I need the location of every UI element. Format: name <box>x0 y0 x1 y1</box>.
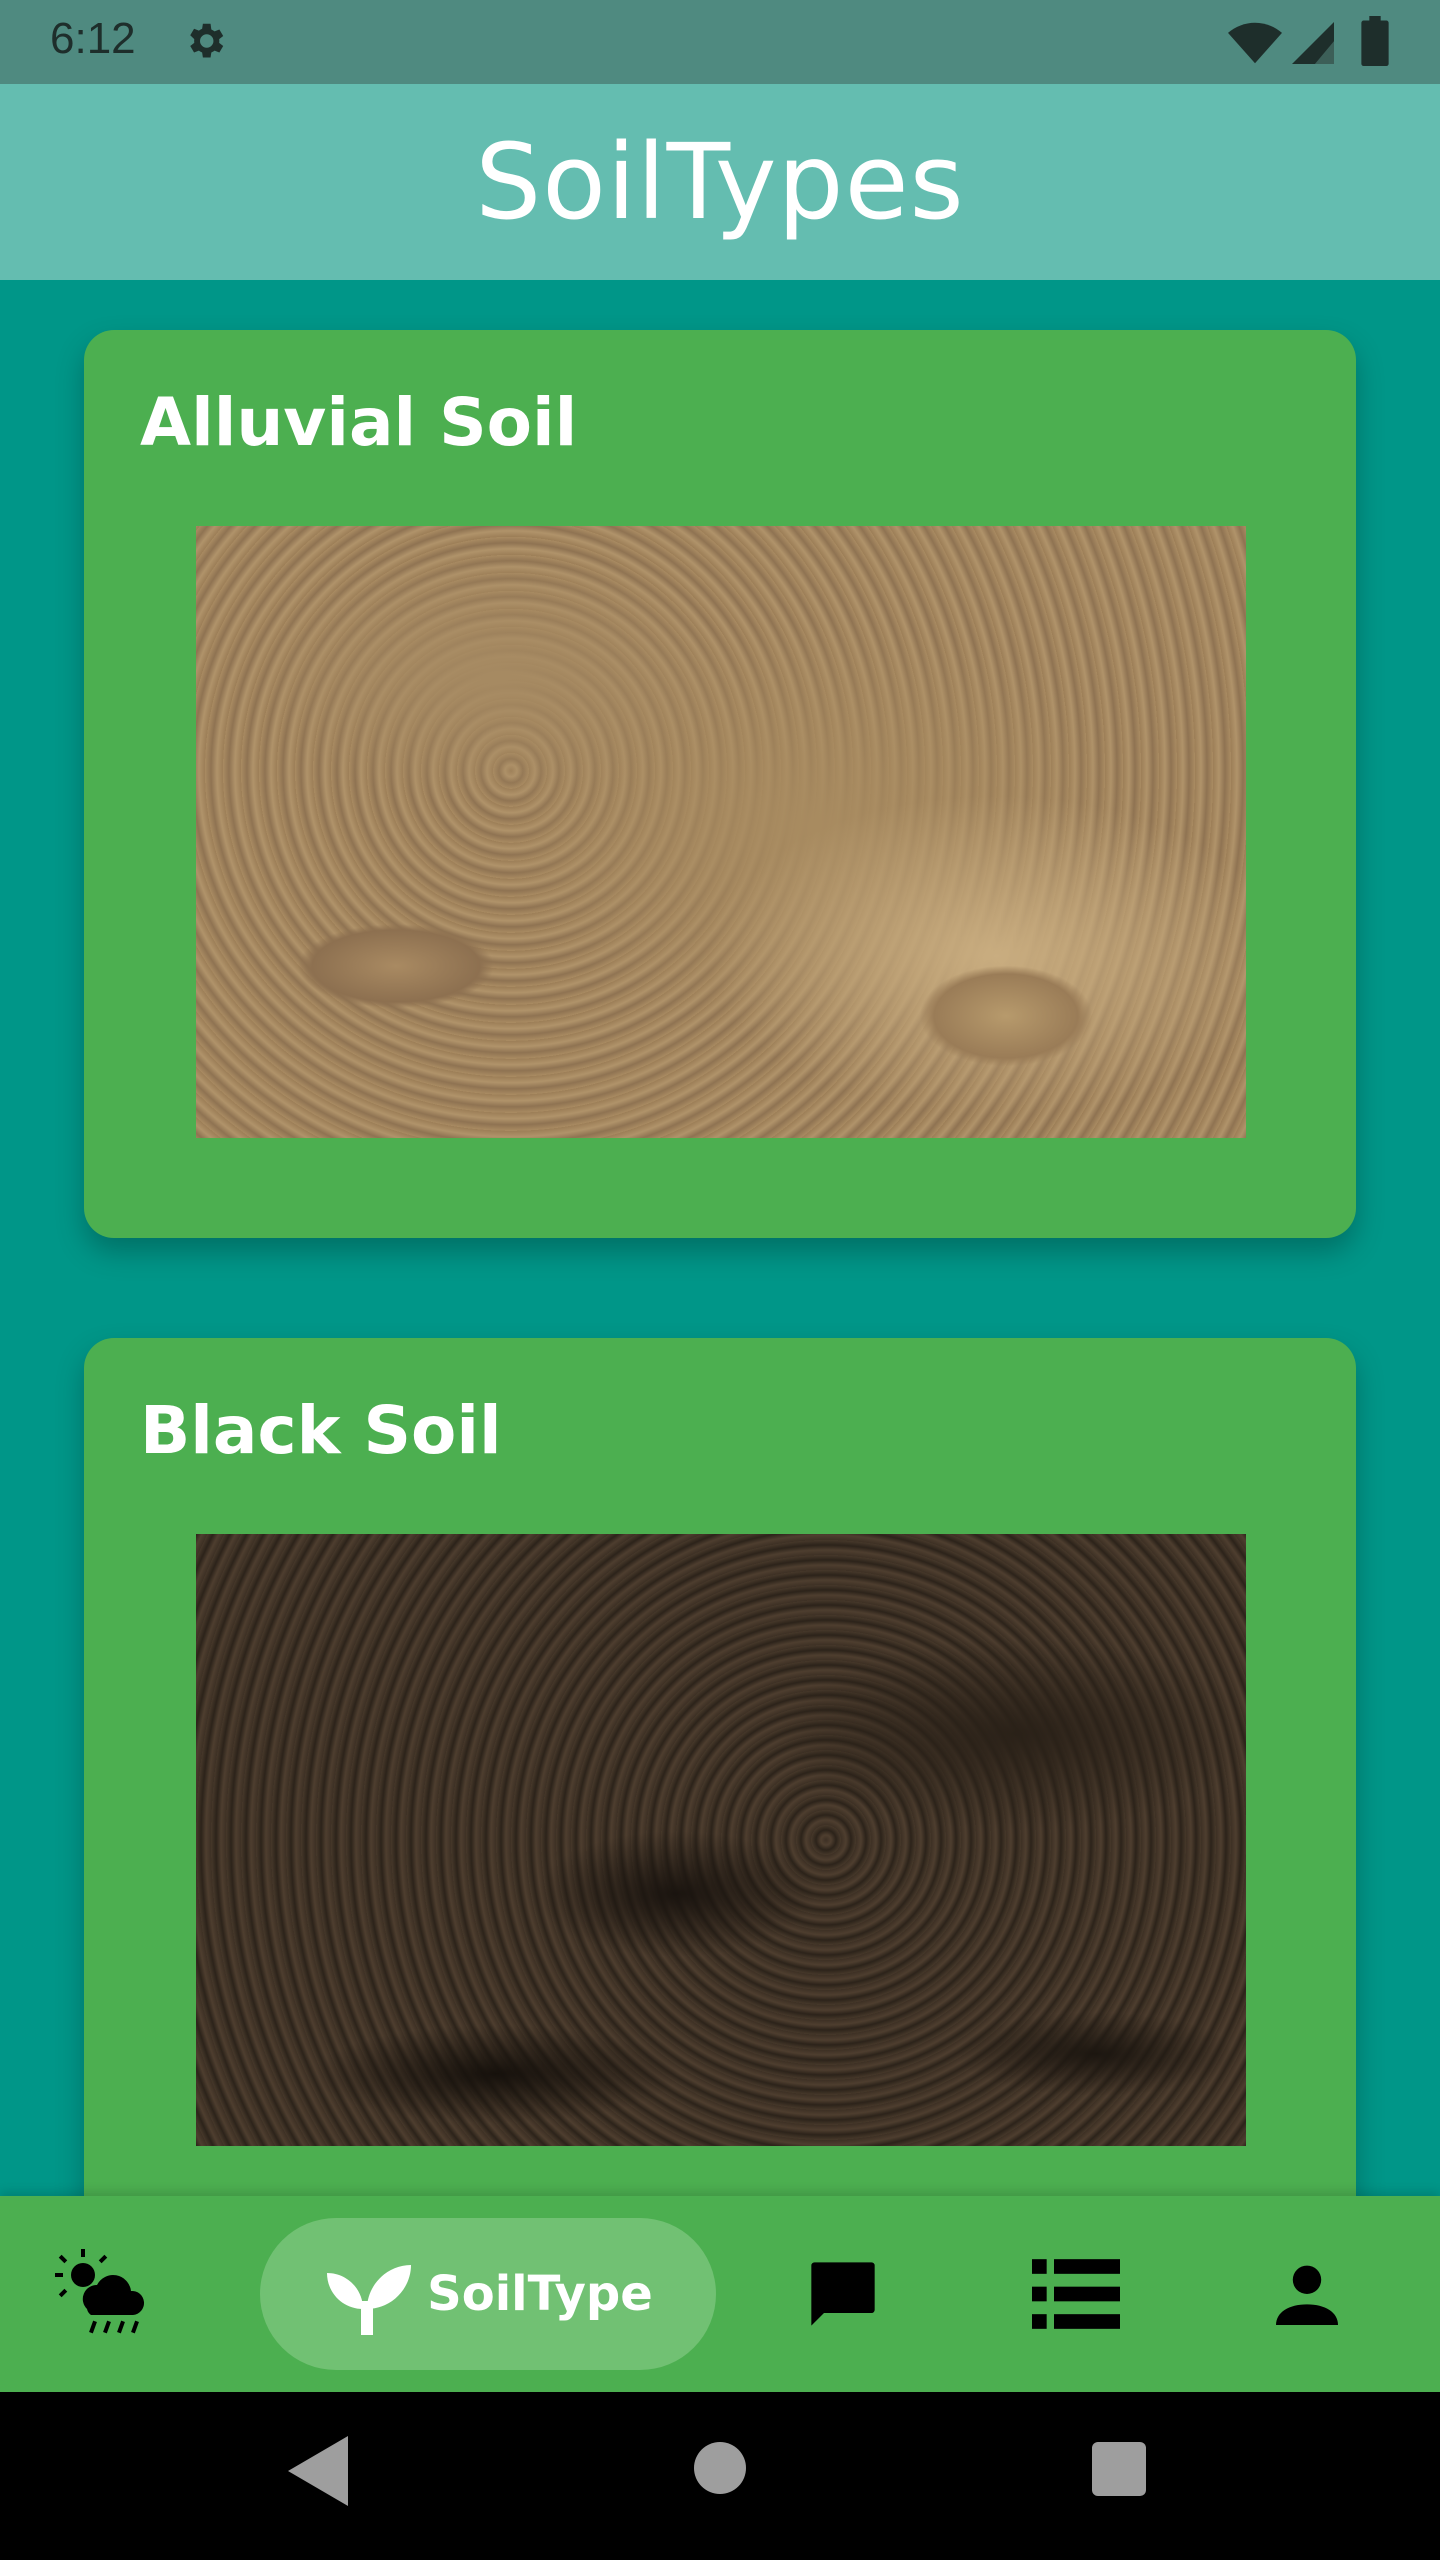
nav-item-chat[interactable] <box>798 2196 888 2392</box>
signal-icon <box>1292 22 1334 64</box>
recents-icon[interactable] <box>1092 2442 1146 2496</box>
alluvial-soil-image <box>196 526 1246 1138</box>
nav-item-profile[interactable] <box>1262 2196 1352 2392</box>
nav-item-label: SoilType <box>427 2266 653 2322</box>
page-title: SoilTypes <box>475 121 965 243</box>
person-icon <box>1276 2265 1338 2325</box>
bottom-navigation: SoilType <box>0 2196 1440 2392</box>
soil-card-black[interactable]: Black Soil <box>84 1338 1356 2238</box>
card-title: Alluvial Soil <box>140 384 578 461</box>
back-icon[interactable] <box>288 2436 348 2506</box>
soil-card-alluvial[interactable]: Alluvial Soil <box>84 330 1356 1238</box>
system-navigation-bar <box>0 2392 1440 2560</box>
status-time: 6:12 <box>50 14 136 63</box>
nav-item-soiltype[interactable]: SoilType <box>260 2218 716 2370</box>
battery-icon <box>1361 16 1389 66</box>
home-icon[interactable] <box>694 2442 746 2494</box>
chat-icon <box>811 2262 875 2326</box>
sprout-icon <box>327 2265 412 2335</box>
nav-item-weather[interactable] <box>40 2196 170 2392</box>
black-soil-image <box>196 1534 1246 2146</box>
card-title: Black Soil <box>140 1392 502 1469</box>
nav-item-list[interactable] <box>1026 2196 1126 2392</box>
gear-icon <box>190 23 224 58</box>
app-bar: SoilTypes <box>0 84 1440 280</box>
weather-icon <box>55 2249 145 2334</box>
status-bar: 6:12 <box>0 0 1440 84</box>
wifi-icon <box>1228 22 1282 64</box>
list-icon <box>1032 2259 1120 2329</box>
